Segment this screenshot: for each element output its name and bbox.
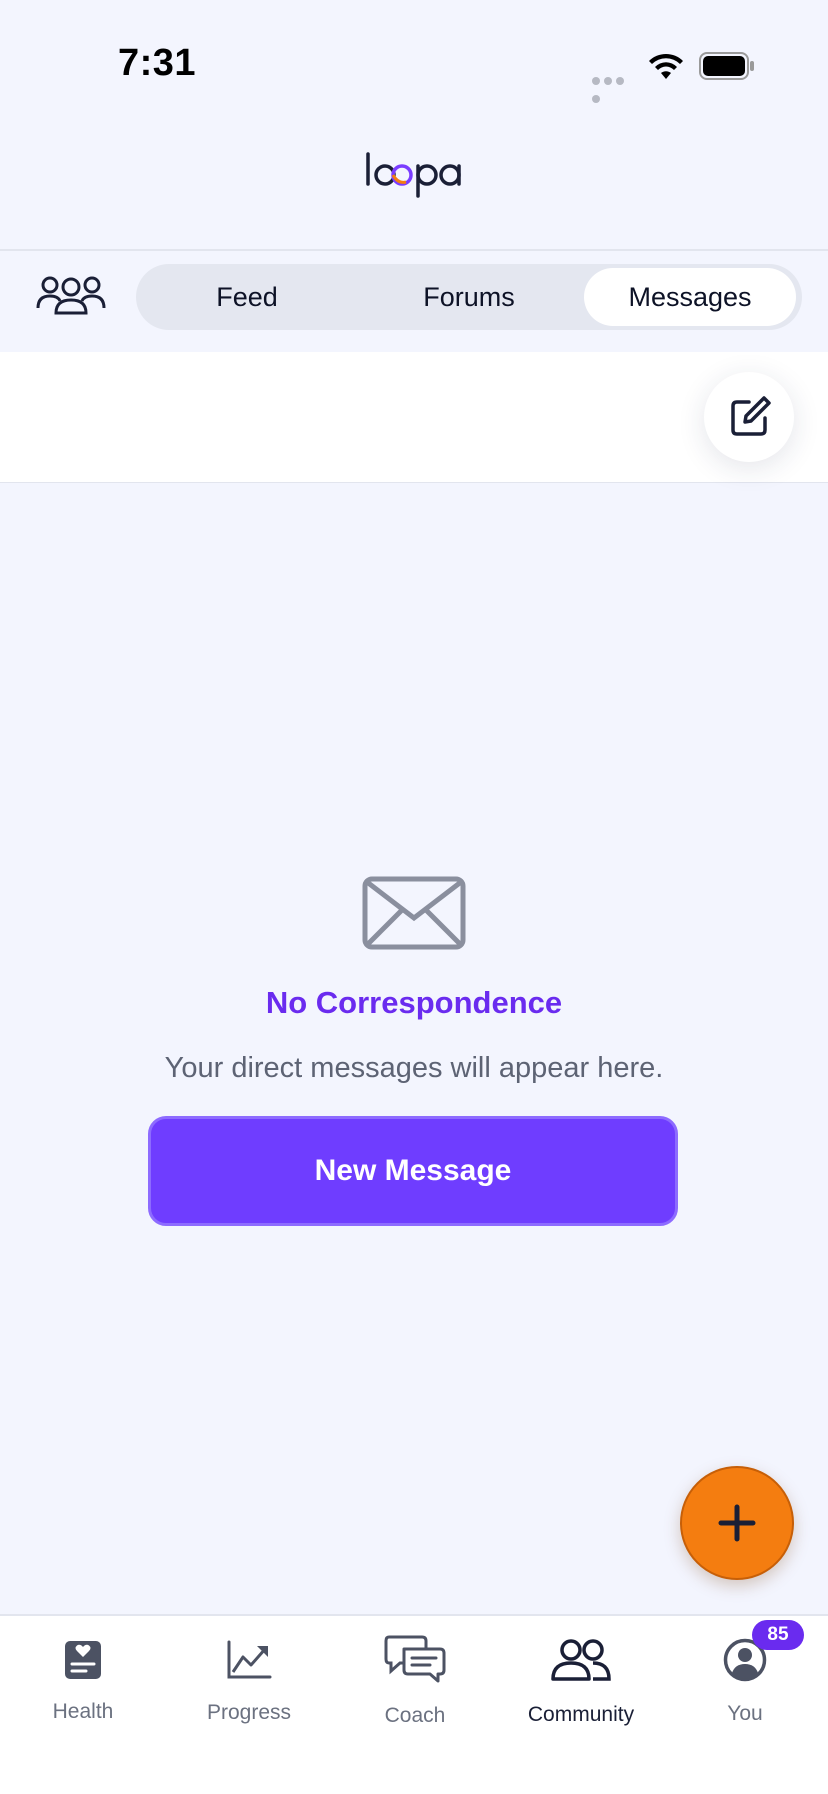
- nav-item-progress[interactable]: Progress: [166, 1616, 332, 1766]
- compose-icon: [731, 396, 771, 436]
- nav-label-progress: Progress: [206, 1701, 292, 1724]
- nav-item-community[interactable]: Community: [498, 1616, 664, 1766]
- people-icon: [551, 1639, 611, 1681]
- progress-chart-icon: [227, 1640, 272, 1679]
- nav-item-coach[interactable]: Coach: [332, 1616, 498, 1766]
- notification-badge: 85: [752, 1620, 804, 1650]
- tab-feed[interactable]: Feed: [136, 264, 358, 330]
- header-divider: [0, 249, 828, 251]
- empty-state-title: No Correspondence: [265, 985, 563, 1020]
- loopa-logo-icon: [366, 152, 461, 198]
- nav-item-health[interactable]: Health: [0, 1616, 166, 1766]
- empty-state-subtitle: Your direct messages will appear here.: [164, 1052, 664, 1084]
- plus-icon: [718, 1504, 756, 1542]
- new-message-button[interactable]: New Message: [148, 1116, 678, 1226]
- nav-label-you: You: [727, 1702, 763, 1725]
- community-groups-icon[interactable]: [36, 274, 106, 316]
- wifi-icon: [649, 53, 683, 79]
- segmented-tabs: Feed Forums Messages: [136, 264, 802, 330]
- status-time: 7:31: [118, 42, 197, 84]
- nav-label-community: Community: [527, 1703, 635, 1726]
- health-icon: [65, 1641, 101, 1679]
- tab-forums[interactable]: Forums: [358, 264, 580, 330]
- bottom-navigation: Health Progress Coach Community You: [0, 1614, 828, 1794]
- tab-messages[interactable]: Messages: [584, 268, 796, 326]
- nav-label-health: Health: [52, 1700, 114, 1723]
- envelope-icon: [362, 876, 466, 950]
- compose-button[interactable]: [704, 372, 794, 462]
- cellular-signal-icon: [592, 72, 636, 103]
- chat-bubbles-icon: [384, 1635, 446, 1683]
- battery-icon: [699, 52, 754, 80]
- app-logo: loopa: [0, 150, 828, 210]
- add-fab-button[interactable]: [680, 1466, 794, 1580]
- nav-label-coach: Coach: [384, 1704, 446, 1727]
